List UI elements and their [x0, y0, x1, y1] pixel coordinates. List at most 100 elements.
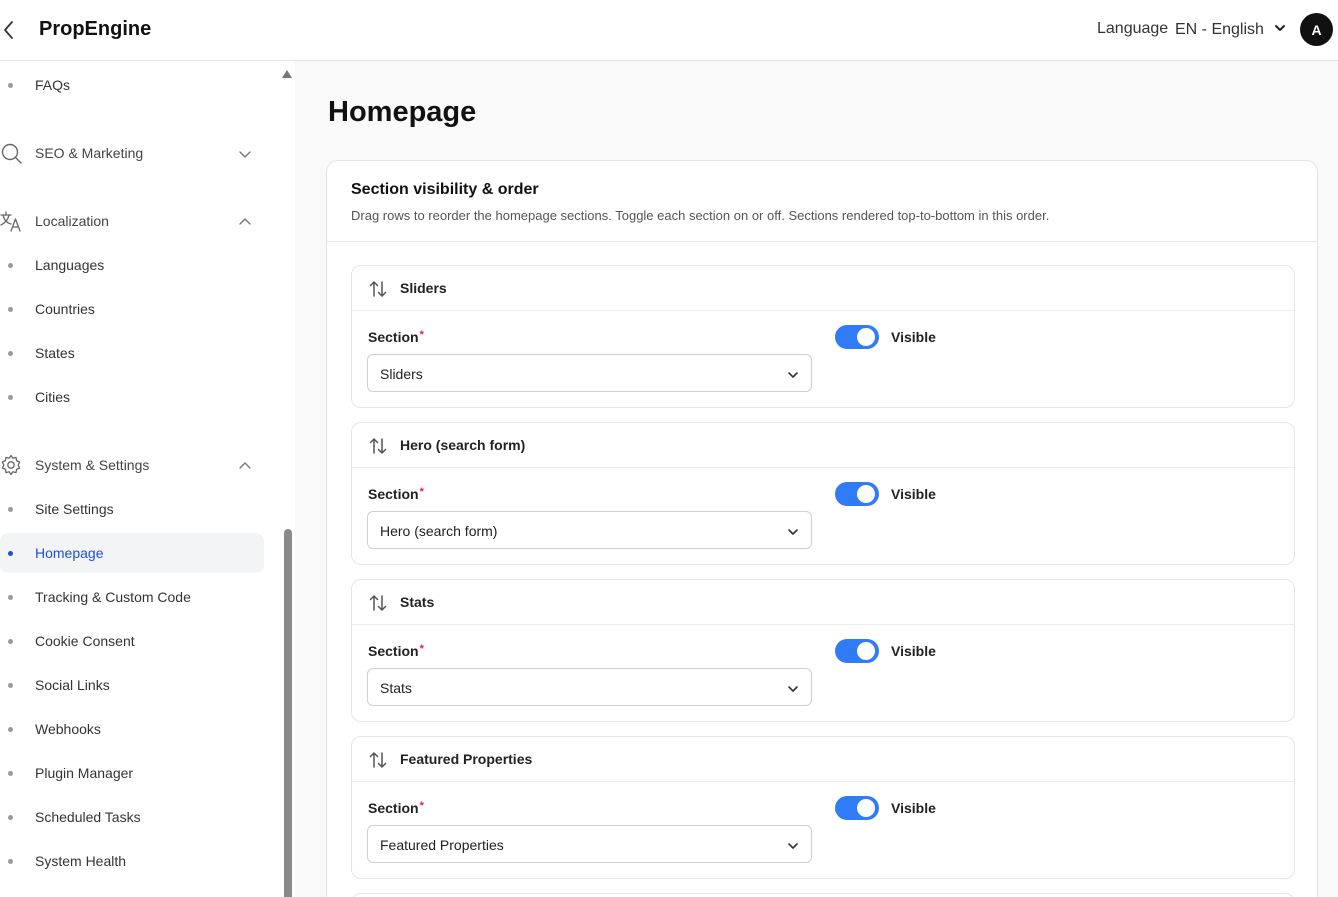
- sidebar-item-homepage[interactable]: Homepage: [0, 533, 264, 573]
- section-select[interactable]: Sliders: [367, 354, 812, 392]
- sidebar-item-label: Homepage: [35, 545, 104, 561]
- visible-toggle[interactable]: [835, 796, 879, 820]
- sidebar-item-cities[interactable]: Cities: [0, 377, 264, 417]
- section-field-label: Section*: [368, 800, 424, 816]
- sidebar-item-label: Languages: [35, 257, 105, 273]
- sidebar-scrollbar[interactable]: [284, 529, 292, 897]
- sidebar-item-label: Plugin Manager: [35, 765, 134, 781]
- sidebar-item-tracking-custom-code[interactable]: Tracking & Custom Code: [0, 577, 264, 617]
- section-order-card: Section visibility & order Drag rows to …: [326, 160, 1318, 897]
- chevron-down-icon: [787, 682, 799, 694]
- sidebar-item-webhooks[interactable]: Webhooks: [0, 709, 264, 749]
- bullet-dot: [8, 726, 13, 732]
- brand-title[interactable]: PropEngine: [39, 18, 151, 41]
- section-row-sliders[interactable]: Sliders Section* Sliders Visible: [351, 265, 1295, 408]
- reorder-arrows-icon[interactable]: [368, 436, 388, 456]
- bullet-dot: [8, 394, 13, 400]
- chevron-down-icon: [239, 147, 251, 159]
- chevron-down-icon: [787, 525, 799, 537]
- chevron-down-icon: [1274, 21, 1286, 39]
- toggle-knob: [857, 328, 875, 346]
- sidebar-item-system-health[interactable]: System Health: [0, 841, 264, 881]
- section-row-featured-properties[interactable]: Featured Properties Section* Featured Pr…: [351, 736, 1295, 879]
- select-value: Hero (search form): [380, 523, 498, 539]
- sidebar-item-plugin-manager[interactable]: Plugin Manager: [0, 753, 264, 793]
- toggle-knob: [857, 642, 875, 660]
- sidebar-item-label: Countries: [35, 301, 95, 317]
- sidebar-item-label: Webhooks: [35, 721, 101, 737]
- bullet-dot: [8, 858, 13, 864]
- sidebar-item-countries[interactable]: Countries: [0, 289, 264, 329]
- card-description: Drag rows to reorder the homepage sectio…: [351, 208, 1050, 223]
- section-select[interactable]: Hero (search form): [367, 511, 812, 549]
- reorder-arrows-icon[interactable]: [368, 279, 388, 299]
- required-mark: *: [419, 643, 424, 655]
- bullet-dot: [8, 506, 13, 512]
- row-header: Featured Properties: [352, 737, 1294, 782]
- visible-label: Visible: [891, 486, 936, 502]
- chevron-up-icon: [239, 459, 251, 471]
- avatar[interactable]: A: [1300, 13, 1333, 46]
- page-title: Homepage: [328, 96, 477, 128]
- visible-toggle[interactable]: [835, 639, 879, 663]
- section-field-label: Section*: [368, 329, 424, 345]
- top-bar: PropEngine Language EN - English A: [0, 0, 1338, 61]
- section-row-hero[interactable]: Hero (search form) Section* Hero (search…: [351, 422, 1295, 565]
- visible-label: Visible: [891, 800, 936, 816]
- sidebar-group-localization[interactable]: Localization: [0, 201, 264, 241]
- section-select[interactable]: Stats: [367, 668, 812, 706]
- toggle-knob: [857, 799, 875, 817]
- section-row-stats[interactable]: Stats Section* Stats Visible: [351, 579, 1295, 722]
- required-mark: *: [419, 329, 424, 341]
- visible-label: Visible: [891, 329, 936, 345]
- sidebar-item-label: Cities: [35, 389, 71, 405]
- visible-toggle[interactable]: [835, 482, 879, 506]
- row-header: Sliders: [352, 266, 1294, 311]
- sidebar-group-seo-marketing[interactable]: SEO & Marketing: [0, 133, 264, 173]
- row-title: Stats: [400, 594, 435, 610]
- sidebar-item-site-settings[interactable]: Site Settings: [0, 489, 264, 529]
- select-value: Featured Properties: [380, 837, 504, 853]
- translate-icon: [0, 210, 22, 232]
- sidebar-item-states[interactable]: States: [0, 333, 264, 373]
- bullet-dot: [8, 306, 13, 312]
- bullet-dot: [8, 682, 13, 688]
- language-label: Language: [1097, 20, 1169, 37]
- sidebar-item-label: Tracking & Custom Code: [35, 589, 191, 605]
- reorder-arrows-icon[interactable]: [368, 750, 388, 770]
- section-select[interactable]: Featured Properties: [367, 825, 812, 863]
- select-value: Stats: [380, 680, 412, 696]
- sidebar-item-label: Social Links: [35, 677, 110, 693]
- language-select[interactable]: EN - English: [1175, 18, 1286, 42]
- visible-toggle[interactable]: [835, 325, 879, 349]
- sidebar-item-label: Cookie Consent: [35, 633, 135, 649]
- bullet-dot: [8, 638, 13, 644]
- section-row-partial[interactable]: [351, 893, 1295, 897]
- bullet-dot: [8, 82, 13, 88]
- visible-label: Visible: [891, 643, 936, 659]
- sidebar-item-scheduled-tasks[interactable]: Scheduled Tasks: [0, 797, 264, 837]
- sidebar-item-label: States: [35, 345, 75, 361]
- sidebar-item-label: Site Settings: [35, 501, 114, 517]
- card-header: Section visibility & order Drag rows to …: [327, 161, 1317, 242]
- sidebar-item-languages[interactable]: Languages: [0, 245, 264, 285]
- back-icon[interactable]: [0, 18, 18, 42]
- sidebar-item-social-links[interactable]: Social Links: [0, 665, 264, 705]
- row-header: Hero (search form): [352, 423, 1294, 468]
- section-field-label: Section*: [368, 643, 424, 659]
- section-label-text: Section: [368, 329, 419, 345]
- sidebar-item-faqs[interactable]: FAQs: [0, 65, 264, 105]
- sidebar-group-system-settings[interactable]: System & Settings: [0, 445, 264, 485]
- sidebar-group-label: Localization: [35, 213, 109, 229]
- required-mark: *: [419, 800, 424, 812]
- bullet-dot: [8, 594, 13, 600]
- sidebar-item-cookie-consent[interactable]: Cookie Consent: [0, 621, 264, 661]
- sidebar-group-label: SEO & Marketing: [35, 145, 144, 161]
- chevron-up-icon: [239, 215, 251, 227]
- search-icon: [0, 142, 22, 164]
- row-title: Hero (search form): [400, 437, 526, 453]
- bullet-dot: [8, 550, 13, 556]
- scroll-up-arrow-icon[interactable]: [282, 65, 292, 78]
- reorder-arrows-icon[interactable]: [368, 593, 388, 613]
- chevron-down-icon: [787, 368, 799, 380]
